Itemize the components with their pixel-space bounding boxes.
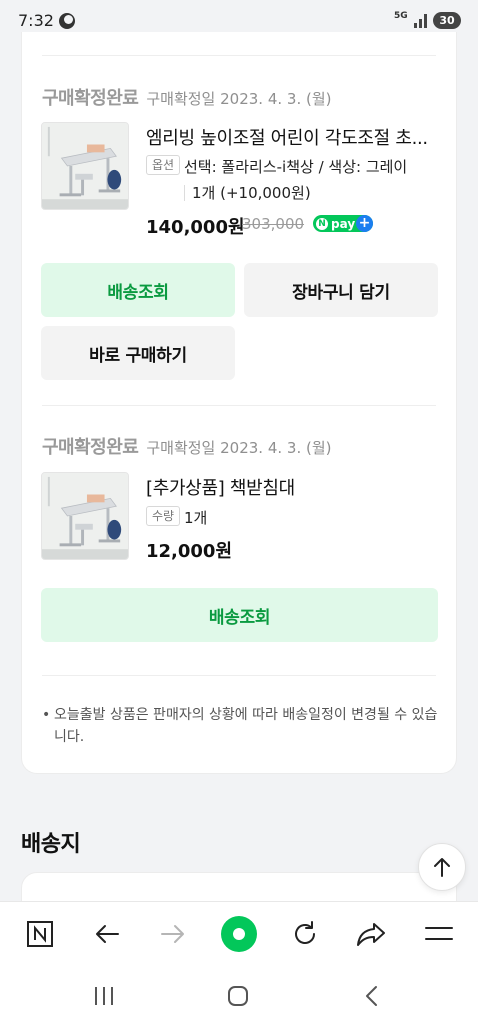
refresh-icon (295, 921, 315, 944)
track-delivery-button[interactable]: 배송조회 (41, 588, 438, 642)
order-status-row: 구매확정완료 구매확정일 2023. 4. 3. (월) (42, 433, 332, 458)
divider (42, 675, 436, 676)
npay-n-icon: N (316, 217, 328, 230)
naver-home-icon (27, 921, 53, 947)
product-price: 12,000원 (146, 541, 233, 562)
refresh-button[interactable] (287, 916, 323, 952)
back-button[interactable] (89, 916, 125, 952)
browser-toolbar (0, 901, 478, 967)
green-dot-icon (221, 916, 257, 952)
npay-label: pay (331, 216, 356, 231)
home-icon (228, 986, 248, 1006)
product-thumbnail[interactable] (41, 122, 129, 210)
npay-badge: N pay + (313, 215, 373, 232)
order-confirm-date: 구매확정일 2023. 4. 3. (월) (146, 439, 332, 457)
order-card: 구매확정완료 구매확정일 2023. 4. 3. (월) 엠리빙 높이조절 어린… (21, 32, 457, 774)
order-status-label: 구매확정완료 (42, 88, 139, 109)
option-quantity: 1개 (+10,000원) (192, 184, 311, 202)
network-type: 5G (394, 11, 408, 21)
arrow-up-icon (434, 858, 450, 877)
scroll-top-button[interactable] (418, 843, 466, 891)
option-detail: 선택: 폴라리스-i책상 / 색상: 그레이 (184, 158, 408, 176)
npay-plus-icon: + (356, 215, 373, 232)
product-quantity: 1개 (184, 509, 208, 527)
product-price: 140,000원 (146, 217, 245, 238)
back-icon (366, 986, 377, 1006)
system-nav-bar (0, 967, 478, 1024)
buy-now-button[interactable]: 바로 구매하기 (41, 326, 235, 380)
forward-button[interactable] (155, 916, 191, 952)
divider (42, 55, 436, 56)
signal-icon (414, 14, 427, 28)
share-icon (357, 923, 385, 946)
product-name[interactable]: [추가상품] 책받침대 (146, 474, 295, 500)
track-delivery-button[interactable]: 배송조회 (41, 263, 235, 317)
quantity-tag: 수량 (146, 506, 181, 526)
original-price: 303,000 (242, 215, 305, 233)
product-thumbnail[interactable] (41, 472, 129, 560)
menu-button[interactable] (421, 916, 457, 952)
product-name[interactable]: 엠리빙 높이조절 어린이 각도조절 초... (146, 124, 428, 150)
option-tag: 옵션 (146, 155, 181, 175)
order-status-label: 구매확정완료 (42, 437, 139, 458)
share-button[interactable] (353, 916, 389, 952)
back-arrow-icon (96, 925, 119, 943)
recent-apps-icon (95, 987, 113, 1005)
divider (42, 405, 436, 406)
delivery-notice: 오늘출발 상품은 판매자의 상황에 따라 배송일정이 변경될 수 있습니다. (42, 704, 442, 748)
green-dot-button[interactable] (221, 916, 257, 952)
do-not-disturb-icon (59, 13, 75, 29)
status-time: 7:32 (18, 11, 54, 30)
add-to-cart-button[interactable]: 장바구니 담기 (244, 263, 438, 317)
home-button[interactable] (223, 981, 253, 1011)
naver-home-button[interactable] (22, 916, 58, 952)
battery-indicator: 30 (433, 12, 461, 29)
forward-arrow-icon (161, 925, 184, 943)
option-separator (184, 185, 185, 201)
shipping-section-title: 배송지 (21, 832, 81, 857)
order-confirm-date: 구매확정일 2023. 4. 3. (월) (146, 90, 332, 108)
system-back-button[interactable] (357, 981, 387, 1011)
menu-icon (425, 927, 453, 940)
order-status-row: 구매확정완료 구매확정일 2023. 4. 3. (월) (42, 84, 332, 109)
recent-apps-button[interactable] (89, 981, 119, 1011)
